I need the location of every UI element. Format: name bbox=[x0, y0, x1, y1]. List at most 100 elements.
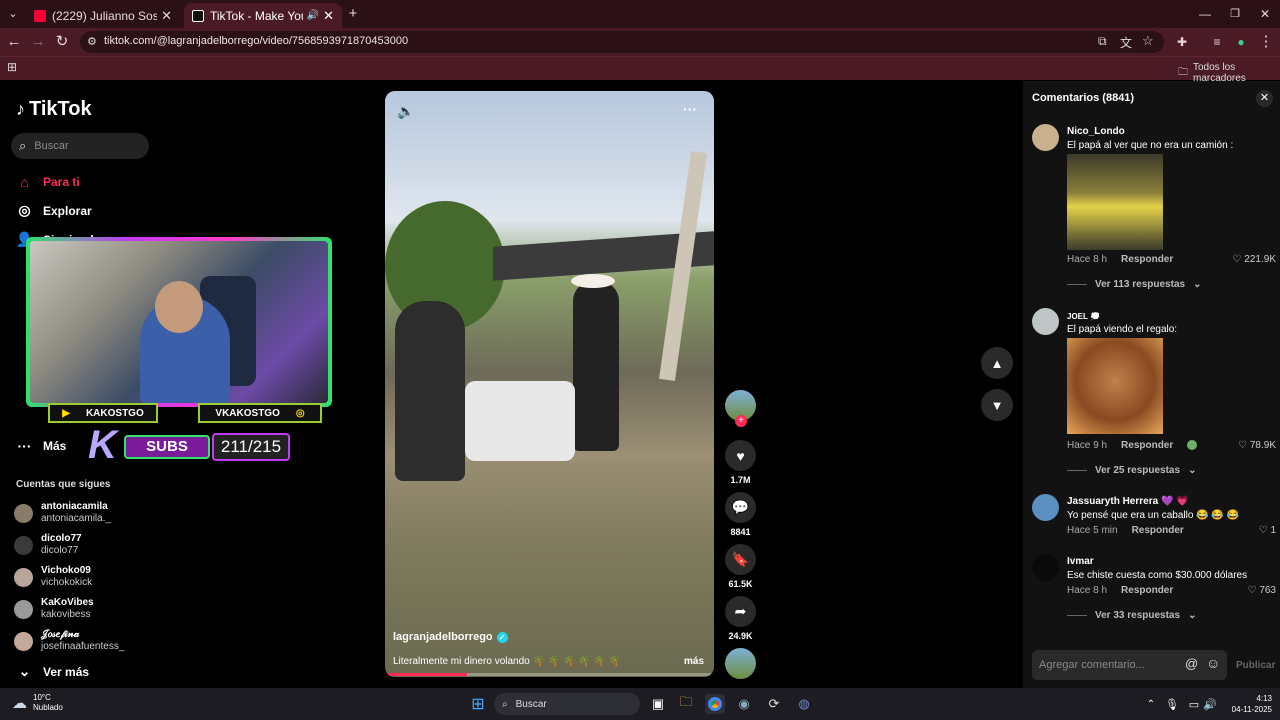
taskbar-search[interactable]: ⌕ Buscar bbox=[494, 693, 640, 715]
weather-widget[interactable]: ☁ 10°C Nublado bbox=[12, 693, 63, 713]
microphone-icon[interactable]: 🎙 bbox=[1162, 694, 1182, 714]
clock[interactable]: 4:13 04-11-2025 bbox=[1222, 693, 1272, 715]
reply-button[interactable]: Responder bbox=[1121, 254, 1173, 265]
avatar[interactable] bbox=[1032, 494, 1059, 521]
chrome-icon[interactable] bbox=[705, 694, 725, 714]
new-tab-icon[interactable]: + bbox=[344, 5, 362, 23]
url-field[interactable]: ⚙ tiktok.com/@lagranjadelborrego/video/7… bbox=[80, 31, 1164, 53]
avatar[interactable] bbox=[1032, 124, 1059, 151]
save-button[interactable]: 🔖 61.5K bbox=[725, 544, 756, 589]
publish-button[interactable]: Publicar bbox=[1236, 660, 1275, 671]
close-icon[interactable]: ✕ bbox=[323, 8, 334, 24]
share-button[interactable]: ➦ 24.9K bbox=[725, 596, 756, 641]
video-progress-bar[interactable] bbox=[385, 673, 714, 676]
folder-icon: 🗀 bbox=[1178, 66, 1188, 78]
more-options-icon[interactable]: ··· bbox=[683, 101, 697, 117]
discord-icon[interactable]: ◍ bbox=[794, 694, 814, 714]
heart-outline-icon: ♡ bbox=[1258, 525, 1271, 536]
translate-icon[interactable]: 文 bbox=[1120, 34, 1132, 51]
tab-search-icon[interactable]: ⌄ bbox=[4, 5, 22, 23]
bookmark-star-icon[interactable]: ☆ bbox=[1142, 33, 1154, 49]
reply-button[interactable]: Responder bbox=[1121, 585, 1173, 596]
comment-user[interactable]: JOEL 💭 bbox=[1067, 312, 1100, 321]
video-player[interactable]: 🔈 ··· lagranjadelborrego ✓ Literalmente … bbox=[385, 91, 714, 677]
following-name: dicolo77 bbox=[41, 533, 82, 544]
following-item[interactable]: 𝒥𝑜𝓈𝑒𝒻𝒾𝓃𝒶 josefinaafuentess_ bbox=[14, 629, 124, 653]
cast-icon[interactable]: ⧉ bbox=[1098, 34, 1107, 49]
caption-more-link[interactable]: más bbox=[684, 656, 704, 667]
comment-user[interactable]: Ivmar bbox=[1067, 556, 1094, 567]
task-view-icon[interactable]: ▣ bbox=[648, 694, 668, 714]
nav-para-ti[interactable]: ⌂ Para ti bbox=[16, 173, 79, 190]
view-replies-button[interactable]: Ver 113 respuestas ⌄ bbox=[1067, 279, 1201, 290]
comment-like-button[interactable]: ♡ 78.9K bbox=[1238, 440, 1276, 451]
apps-grid-icon[interactable]: ⊞ bbox=[7, 60, 17, 74]
windows-start-icon[interactable]: ⊞ bbox=[468, 694, 488, 714]
sound-disc-button[interactable] bbox=[725, 648, 756, 679]
comment-user[interactable]: Nico_Londo bbox=[1067, 126, 1125, 137]
youtube-icon bbox=[34, 9, 46, 22]
tab-tiktok[interactable]: TikTok - Make Your Day 🔊 ✕ bbox=[184, 3, 342, 28]
tiktok-logo[interactable]: ♪ TikTok bbox=[16, 98, 92, 121]
nav-explorar[interactable]: ◎ Explorar bbox=[16, 202, 91, 219]
author-avatar-button[interactable]: + bbox=[725, 390, 756, 427]
extensions-icon[interactable]: ✚ bbox=[1173, 33, 1191, 51]
reply-button[interactable]: Responder bbox=[1121, 440, 1173, 451]
minimize-icon[interactable]: — bbox=[1196, 5, 1214, 23]
tag-text: VKAKOSTGO bbox=[215, 407, 280, 419]
close-icon[interactable]: ✕ bbox=[161, 8, 172, 24]
comment-input[interactable]: Agregar comentario... @ ☺ bbox=[1032, 650, 1227, 680]
comment-like-button[interactable]: ♡ 763 bbox=[1248, 585, 1276, 596]
comments-panel: Comentarios (8841) ✕ Nico_Londo El papá … bbox=[1023, 81, 1280, 688]
app-icon[interactable]: ◉ bbox=[734, 694, 754, 714]
emoji-icon[interactable]: ☺ bbox=[1206, 655, 1220, 671]
view-replies-button[interactable]: Ver 33 respuestas ⌄ bbox=[1067, 610, 1196, 621]
following-item[interactable]: Vichoko09 vichokokick bbox=[14, 565, 92, 589]
app-icon[interactable]: ⟳ bbox=[764, 694, 784, 714]
forward-icon[interactable]: → bbox=[29, 33, 47, 51]
weather-desc: Nublado bbox=[33, 703, 63, 712]
back-icon[interactable]: ← bbox=[5, 33, 23, 51]
next-video-button[interactable]: ▼ bbox=[981, 389, 1013, 421]
reload-icon[interactable]: ↻ bbox=[53, 33, 71, 51]
save-count: 61.5K bbox=[728, 579, 753, 589]
comment-user[interactable]: Jassuaryth Herrera 💜 💗 bbox=[1067, 496, 1189, 507]
following-item[interactable]: dicolo77 dicolo77 bbox=[14, 533, 82, 557]
close-comments-button[interactable]: ✕ bbox=[1256, 90, 1273, 107]
like-button[interactable]: ♥ 1.7M bbox=[725, 440, 756, 485]
following-item[interactable]: antoniacamila antoniacamila._ bbox=[14, 501, 111, 525]
chevron-up-icon[interactable]: ⌃ bbox=[1141, 694, 1161, 714]
video-author[interactable]: lagranjadelborrego ✓ bbox=[393, 631, 508, 643]
file-explorer-icon[interactable]: 🗀 bbox=[676, 694, 696, 714]
site-info-icon[interactable]: ⚙ bbox=[87, 35, 97, 48]
avatar[interactable] bbox=[1032, 554, 1059, 581]
reply-button[interactable]: Responder bbox=[1132, 525, 1184, 536]
tab-youtube[interactable]: (2229) Julianno Sosa - 12 F ✕ bbox=[26, 3, 180, 28]
search-icon: ⌕ bbox=[19, 138, 27, 153]
search-input[interactable]: ⌕ Buscar bbox=[11, 133, 149, 159]
comment-like-button[interactable]: ♡ 1 bbox=[1259, 525, 1276, 536]
webcam-frame bbox=[26, 237, 332, 407]
comment-like-button[interactable]: ♡ 221.9K bbox=[1233, 254, 1276, 265]
webcam-feed bbox=[30, 241, 328, 403]
tiktok-note-icon: ♪ bbox=[16, 99, 25, 119]
see-more-button[interactable]: ⌄ Ver más bbox=[16, 663, 89, 680]
view-replies-button[interactable]: Ver 25 respuestas ⌄ bbox=[1067, 465, 1196, 476]
following-item[interactable]: KaKoVibes kakovibess bbox=[14, 597, 94, 621]
follow-plus-icon[interactable]: + bbox=[735, 415, 747, 427]
comment-meta: Hace 9 h Responder bbox=[1067, 440, 1198, 451]
avatar[interactable] bbox=[1032, 308, 1059, 335]
comment-button[interactable]: 💬 8841 bbox=[725, 492, 756, 537]
mention-icon[interactable]: @ bbox=[1185, 656, 1198, 671]
url-text: tiktok.com/@lagranjadelborrego/video/756… bbox=[104, 35, 409, 47]
menu-icon[interactable]: ⋮ bbox=[1257, 33, 1275, 51]
instagram-icon: ◎ bbox=[295, 407, 305, 419]
volume-icon[interactable]: 🔊 bbox=[1200, 694, 1220, 714]
volume-icon[interactable]: 🔈 bbox=[397, 103, 414, 120]
media-icon[interactable]: ≡ bbox=[1208, 33, 1226, 51]
speaker-icon[interactable]: 🔊 bbox=[307, 10, 319, 21]
previous-video-button[interactable]: ▲ bbox=[981, 347, 1013, 379]
window-close-icon[interactable]: ✕ bbox=[1256, 5, 1274, 23]
profile-icon[interactable]: ● bbox=[1232, 33, 1250, 51]
restore-icon[interactable]: ❐ bbox=[1226, 5, 1244, 23]
